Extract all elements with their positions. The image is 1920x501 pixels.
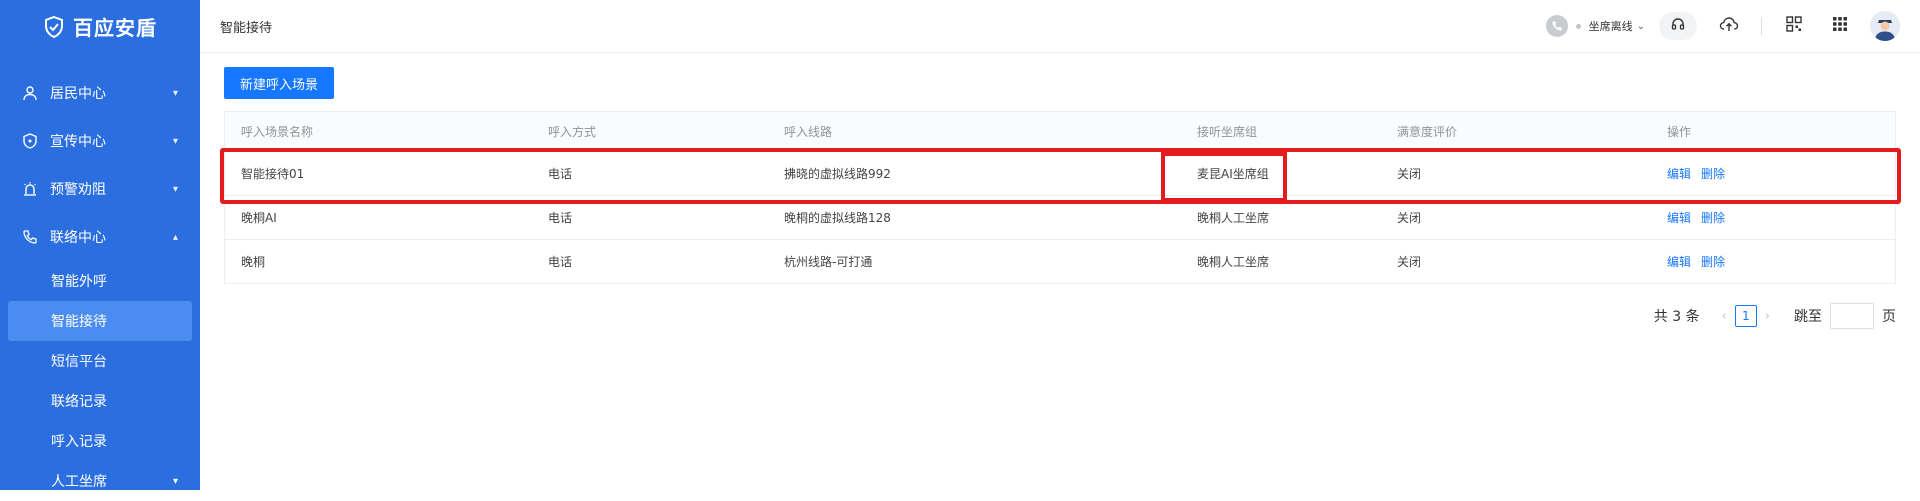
actions-cell: 编辑 删除 <box>1651 165 1897 182</box>
sidebar-subitem-manual-agents[interactable]: 人工坐席 ▾ <box>0 461 200 501</box>
sidebar-subitem-contact-records[interactable]: 联络记录 <box>0 381 200 421</box>
column-header: 呼入场景名称 <box>225 123 532 140</box>
method-cell: 电话 <box>532 209 768 226</box>
column-header: 接听坐席组 <box>1181 123 1381 140</box>
sidebar-item-contact-center[interactable]: 联络中心 ▴ <box>0 213 200 261</box>
top-header: 智能接待 坐席离线 ⌄ <box>200 0 1920 53</box>
headset-icon <box>1670 16 1686 36</box>
status-dot <box>1576 24 1581 29</box>
chevron-right-icon[interactable]: › <box>1765 309 1770 324</box>
sidebar-subitem-label: 呼入记录 <box>51 431 107 451</box>
line-cell: 杭州线路-可打通 <box>768 253 1181 270</box>
agent-group-cell: 麦昆AI坐席组 <box>1181 165 1381 182</box>
main-content: 新建呼入场景 呼入场景名称 呼入方式 呼入线路 接听坐席组 满意度评价 操作 智… <box>200 53 1920 490</box>
user-icon <box>22 85 38 101</box>
chevron-down-icon: ▾ <box>173 476 178 487</box>
edit-link[interactable]: 编辑 <box>1667 209 1691 226</box>
sidebar-item-label: 联络中心 <box>50 227 173 247</box>
sidebar-item-label: 居民中心 <box>50 83 173 103</box>
chevron-left-icon[interactable]: ‹ <box>1722 309 1727 324</box>
brand: 百应安盾 <box>0 0 200 53</box>
scene-name-cell: 晚桐AI <box>225 209 532 226</box>
shield-icon <box>22 133 38 149</box>
chevron-down-icon: ▾ <box>173 136 178 147</box>
agent-phone-status-icon[interactable] <box>1546 15 1568 37</box>
sidebar-item-label: 预警劝阻 <box>50 179 173 199</box>
sidebar-item-residents[interactable]: 居民中心 ▾ <box>0 69 200 117</box>
apps-grid-icon <box>1832 16 1848 36</box>
inbound-scene-table: 呼入场景名称 呼入方式 呼入线路 接听坐席组 满意度评价 操作 智能接待01 电… <box>224 111 1896 284</box>
sidebar-subitem-label: 智能接待 <box>51 311 107 331</box>
agent-group-cell: 晚桐人工坐席 <box>1181 253 1381 270</box>
sidebar-subitem-smart-outbound[interactable]: 智能外呼 <box>0 261 200 301</box>
agent-group-cell: 晚桐人工坐席 <box>1181 209 1381 226</box>
agent-status-label[interactable]: 坐席离线 <box>1589 18 1633 34</box>
table-body: 智能接待01 电话 拂晓的虚拟线路992 麦昆AI坐席组 关闭 编辑 删除 晚桐… <box>225 152 1895 284</box>
sidebar-subitem-label: 智能外呼 <box>51 271 107 291</box>
sidebar-item-warning[interactable]: 预警劝阻 ▾ <box>0 165 200 213</box>
total-count: 共 3 条 <box>1654 306 1700 326</box>
chevron-up-icon: ▴ <box>173 232 178 243</box>
avatar[interactable] <box>1870 11 1900 41</box>
header-actions: 坐席离线 ⌄ <box>1546 11 1900 41</box>
method-cell: 电话 <box>532 253 768 270</box>
sidebar-subitem-label: 人工坐席 <box>51 471 107 491</box>
apps-grid-button[interactable] <box>1826 12 1854 40</box>
sidebar-subitem-smart-reception[interactable]: 智能接待 <box>8 301 192 341</box>
header-divider <box>1761 17 1762 35</box>
table-row: 晚桐AI 电话 晚桐的虚拟线路128 晚桐人工坐席 关闭 编辑 删除 <box>225 196 1895 240</box>
cloud-upload-icon <box>1719 15 1739 37</box>
headset-button[interactable] <box>1659 12 1697 40</box>
line-cell: 晚桐的虚拟线路128 <box>768 209 1181 226</box>
sidebar-subitem-label: 联络记录 <box>51 391 107 411</box>
line-cell: 拂晓的虚拟线路992 <box>768 165 1181 182</box>
table-row: 智能接待01 电话 拂晓的虚拟线路992 麦昆AI坐席组 关闭 编辑 删除 <box>225 152 1895 196</box>
jump-page-input[interactable] <box>1830 303 1874 329</box>
sidebar-subitem-inbound-records[interactable]: 呼入记录 <box>0 421 200 461</box>
brand-name: 百应安盾 <box>73 12 157 41</box>
chevron-down-icon: ▾ <box>173 184 178 195</box>
sidebar-subitem-label: 短信平台 <box>51 351 107 371</box>
pagination: 共 3 条 ‹ 1 › 跳至 页 <box>1654 303 1896 329</box>
column-header: 操作 <box>1651 123 1897 140</box>
page-title: 智能接待 <box>220 17 1546 36</box>
page-number[interactable]: 1 <box>1735 305 1757 327</box>
sidebar-menu: 居民中心 ▾ 宣传中心 ▾ 预警劝阻 ▾ 联络中心 ▴ 智能外呼 <box>0 69 200 501</box>
jump-label: 跳至 <box>1794 306 1822 326</box>
actions-cell: 编辑 删除 <box>1651 253 1897 270</box>
sidebar-subitem-sms-platform[interactable]: 短信平台 <box>0 341 200 381</box>
column-header: 满意度评价 <box>1381 123 1651 140</box>
column-header: 呼入线路 <box>768 123 1181 140</box>
chevron-down-icon: ▾ <box>173 88 178 99</box>
qrcode-button[interactable] <box>1780 12 1808 40</box>
phone-icon <box>22 229 38 245</box>
rating-cell: 关闭 <box>1381 165 1651 182</box>
cloud-upload-button[interactable] <box>1715 12 1743 40</box>
shield-logo-icon <box>43 16 65 38</box>
sidebar-item-label: 宣传中心 <box>50 131 173 151</box>
chevron-down-icon[interactable]: ⌄ <box>1637 21 1645 32</box>
delete-link[interactable]: 删除 <box>1701 253 1725 270</box>
alarm-icon <box>22 181 38 197</box>
jump-unit: 页 <box>1882 306 1896 326</box>
sidebar-item-publicity[interactable]: 宣传中心 ▾ <box>0 117 200 165</box>
actions-cell: 编辑 删除 <box>1651 209 1897 226</box>
scene-name-cell: 智能接待01 <box>225 165 532 182</box>
sidebar: 百应安盾 居民中心 ▾ 宣传中心 ▾ 预警劝阻 ▾ <box>0 0 200 490</box>
delete-link[interactable]: 删除 <box>1701 209 1725 226</box>
table-row: 晚桐 电话 杭州线路-可打通 晚桐人工坐席 关闭 编辑 删除 <box>225 240 1895 284</box>
scene-name-cell: 晚桐 <box>225 253 532 270</box>
rating-cell: 关闭 <box>1381 253 1651 270</box>
rating-cell: 关闭 <box>1381 209 1651 226</box>
delete-link[interactable]: 删除 <box>1701 165 1725 182</box>
table-header: 呼入场景名称 呼入方式 呼入线路 接听坐席组 满意度评价 操作 <box>225 112 1895 152</box>
edit-link[interactable]: 编辑 <box>1667 253 1691 270</box>
method-cell: 电话 <box>532 165 768 182</box>
edit-link[interactable]: 编辑 <box>1667 165 1691 182</box>
new-inbound-scene-button[interactable]: 新建呼入场景 <box>224 67 334 99</box>
qrcode-icon <box>1786 16 1802 36</box>
column-header: 呼入方式 <box>532 123 768 140</box>
